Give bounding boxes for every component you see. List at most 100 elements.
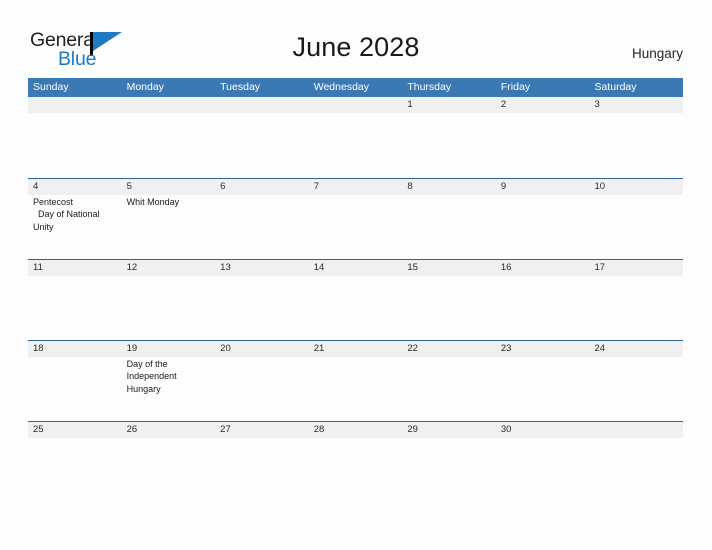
day-cell[interactable]: 15 bbox=[402, 260, 496, 341]
day-number bbox=[220, 97, 306, 113]
week-day-cells: 11 12 13 14 15 16 17 bbox=[28, 260, 683, 341]
day-number: 14 bbox=[313, 262, 325, 273]
day-cell[interactable]: 2 bbox=[496, 97, 590, 178]
day-number: 5 bbox=[126, 181, 132, 192]
calendar-week-row: 4 Pentecost Day of National Unity 5 Whit Mon… bbox=[28, 178, 683, 259]
weekday-header-wednesday: Wednesday bbox=[313, 81, 369, 93]
day-cell[interactable]: 3 bbox=[589, 97, 683, 178]
day-number: 8 bbox=[407, 181, 413, 192]
day-cell[interactable]: 13 bbox=[215, 260, 309, 341]
day-events: Whit Monday bbox=[127, 196, 213, 208]
day-events: Pentecost Day of National Unity bbox=[33, 196, 119, 233]
day-cell-empty bbox=[589, 422, 683, 503]
day-number: 28 bbox=[313, 424, 325, 435]
weekday-header-tuesday: Tuesday bbox=[220, 81, 261, 93]
day-cell-empty bbox=[309, 97, 403, 178]
calendar-week-row: 25 26 27 28 29 30 bbox=[28, 421, 683, 502]
page-title: June 2028 bbox=[292, 32, 420, 62]
day-cell[interactable]: 20 bbox=[215, 341, 309, 422]
holiday-event: Whit Monday bbox=[126, 197, 180, 207]
day-cell[interactable]: 22 bbox=[402, 341, 496, 422]
day-number: 23 bbox=[500, 343, 512, 354]
day-cell[interactable]: 8 bbox=[402, 179, 496, 260]
day-number: 26 bbox=[126, 424, 138, 435]
week-day-cells: 4 Pentecost Day of National Unity 5 Whit Mon… bbox=[28, 179, 683, 260]
day-cell[interactable]: 25 bbox=[28, 422, 122, 503]
day-events: Day of the Independent Hungary bbox=[127, 358, 213, 395]
calendar-grid: Sunday Monday Tuesday Wednesday Thursday… bbox=[28, 78, 683, 502]
day-number: 18 bbox=[33, 343, 44, 354]
day-cell[interactable]: 26 bbox=[122, 422, 216, 503]
day-cell[interactable]: 16 bbox=[496, 260, 590, 341]
day-number: 24 bbox=[594, 343, 606, 354]
day-number: 11 bbox=[33, 262, 43, 273]
weekday-header-saturday: Saturday bbox=[594, 81, 637, 93]
weekday-header-row: Sunday Monday Tuesday Wednesday Thursday… bbox=[28, 78, 683, 97]
day-number: 20 bbox=[220, 343, 231, 354]
day-number bbox=[127, 97, 213, 113]
day-cell[interactable]: 1 bbox=[402, 97, 496, 178]
day-cell[interactable]: 9 bbox=[496, 179, 590, 260]
country-label: Hungary bbox=[631, 46, 683, 61]
day-number: 27 bbox=[220, 424, 231, 435]
day-cell[interactable]: 18 bbox=[28, 341, 122, 422]
day-number: 17 bbox=[594, 262, 606, 273]
day-number: 6 bbox=[220, 181, 226, 192]
calendar-week-row: 18 19 Day of the Independent Hungary 20 21 22… bbox=[28, 340, 683, 421]
day-cell-empty bbox=[215, 97, 309, 178]
day-number: 21 bbox=[313, 343, 325, 354]
day-cell[interactable]: 7 bbox=[309, 179, 403, 260]
day-number: 16 bbox=[500, 262, 512, 273]
day-number: 12 bbox=[126, 262, 138, 273]
day-number: 3 bbox=[594, 99, 600, 110]
day-number: 4 bbox=[33, 181, 39, 192]
page-header: General Blue June 2028 Hungary bbox=[0, 0, 712, 78]
holiday-event: Pentecost bbox=[33, 197, 74, 207]
day-cell[interactable]: 29 bbox=[402, 422, 496, 503]
weekday-header-sunday: Sunday bbox=[33, 81, 69, 93]
weekday-header-friday: Friday bbox=[500, 81, 531, 93]
holiday-event: Day of the Independent Hungary bbox=[126, 359, 177, 394]
day-cell[interactable]: 4 Pentecost Day of National Unity bbox=[28, 179, 122, 260]
calendar-weeks: 1 2 3 4 Pentecost Day of National Unity 5 Whit … bbox=[28, 97, 683, 502]
day-number: 10 bbox=[594, 181, 606, 192]
day-cell[interactable]: 14 bbox=[309, 260, 403, 341]
calendar-week-row: 1 2 3 bbox=[28, 97, 683, 178]
day-number: 13 bbox=[220, 262, 231, 273]
day-cell[interactable]: 10 bbox=[589, 179, 683, 260]
day-number: 29 bbox=[407, 424, 418, 435]
day-cell[interactable]: 17 bbox=[589, 260, 683, 341]
day-cell[interactable]: 23 bbox=[496, 341, 590, 422]
day-cell-empty bbox=[122, 97, 216, 178]
day-number: 2 bbox=[500, 99, 507, 110]
day-number bbox=[33, 97, 119, 113]
week-day-cells: 25 26 27 28 29 30 bbox=[28, 422, 683, 503]
day-number: 19 bbox=[126, 343, 138, 354]
day-number: 22 bbox=[407, 343, 418, 354]
day-number bbox=[314, 97, 400, 113]
week-day-cells: 1 2 3 bbox=[28, 97, 683, 178]
day-cell[interactable]: 24 bbox=[589, 341, 683, 422]
day-cell[interactable]: 19 Day of the Independent Hungary bbox=[122, 341, 216, 422]
day-number: 15 bbox=[407, 262, 418, 273]
day-cell[interactable]: 6 bbox=[215, 179, 309, 260]
day-number: 7 bbox=[313, 181, 320, 192]
day-cell[interactable]: 12 bbox=[122, 260, 216, 341]
day-number bbox=[594, 422, 680, 438]
week-day-cells: 18 19 Day of the Independent Hungary 20 21 22… bbox=[28, 341, 683, 422]
weekday-header-monday: Monday bbox=[126, 81, 164, 93]
day-cell-empty bbox=[28, 97, 122, 178]
day-cell[interactable]: 11 bbox=[28, 260, 122, 341]
calendar-week-row: 11 12 13 14 15 16 17 bbox=[28, 259, 683, 340]
day-cell[interactable]: 21 bbox=[309, 341, 403, 422]
day-number: 1 bbox=[407, 99, 413, 110]
day-cell[interactable]: 5 Whit Monday bbox=[122, 179, 216, 260]
day-number: 25 bbox=[33, 424, 44, 435]
day-number: 30 bbox=[500, 424, 512, 435]
day-cell[interactable]: 30 bbox=[496, 422, 590, 503]
weekday-header-thursday: Thursday bbox=[407, 81, 452, 93]
day-cell[interactable]: 27 bbox=[215, 422, 309, 503]
day-number: 9 bbox=[500, 181, 507, 192]
holiday-event: Day of National Unity bbox=[33, 209, 100, 232]
day-cell[interactable]: 28 bbox=[309, 422, 403, 503]
